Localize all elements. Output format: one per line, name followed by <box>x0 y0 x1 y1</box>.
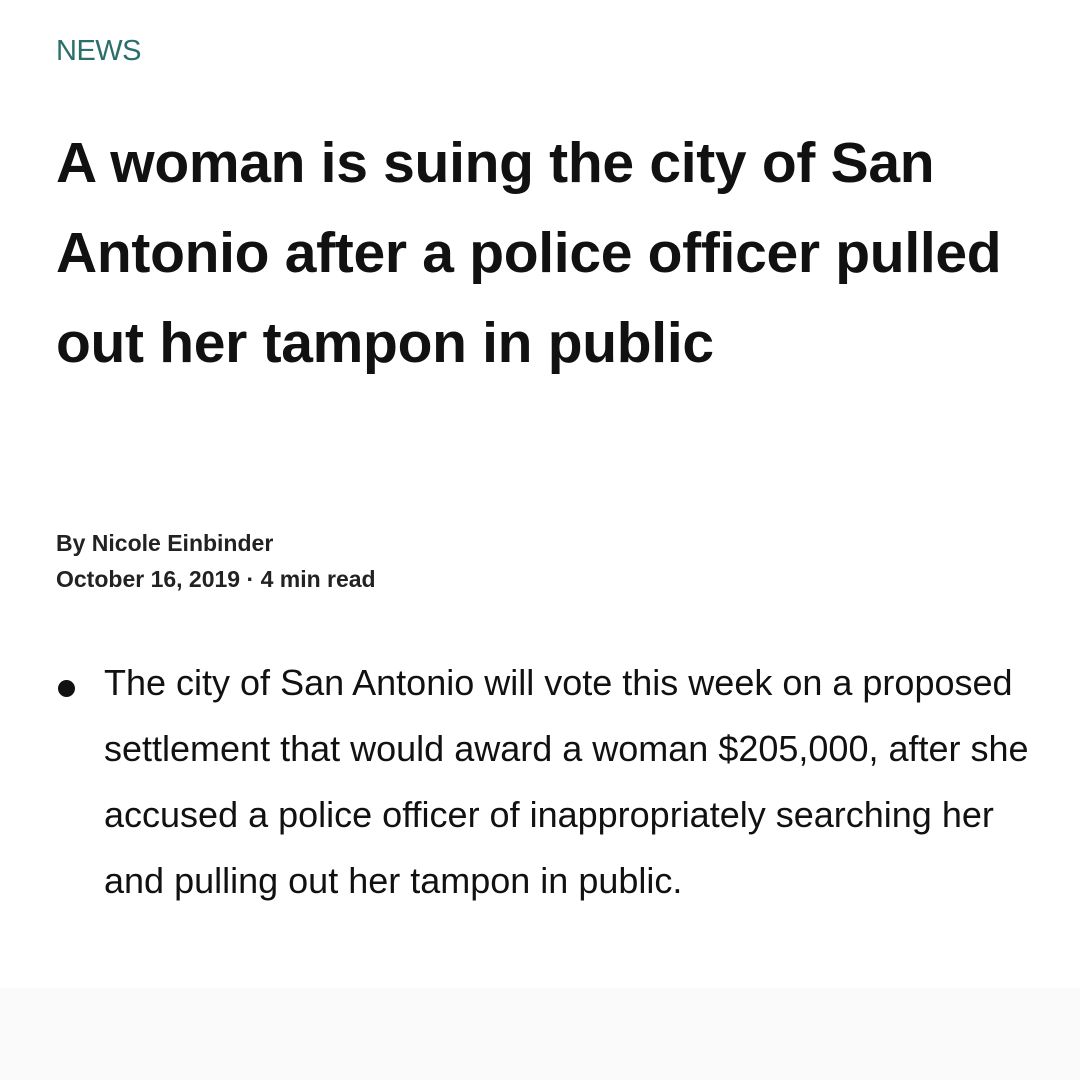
bullet-dot-icon <box>58 680 75 697</box>
read-time: 4 min read <box>260 566 376 592</box>
news-category-link[interactable]: NEWS <box>56 33 142 69</box>
key-point-item: The city of San Antonio will vote this w… <box>0 650 1080 914</box>
byline: By Nicole Einbinder <box>56 527 273 559</box>
article: NEWS A woman is suing the city of San An… <box>0 0 1080 988</box>
byline-prefix: By <box>56 530 92 556</box>
article-headline: A woman is suing the city of San Antonio… <box>56 131 1002 375</box>
key-points-list: The city of San Antonio will vote this w… <box>0 650 1080 914</box>
key-point-text: The city of San Antonio will vote this w… <box>104 662 1029 901</box>
author-link[interactable]: Nicole Einbinder <box>92 530 273 556</box>
article-meta: October 16, 2019 · 4 min read <box>56 563 376 595</box>
meta-separator: · <box>246 566 255 592</box>
publish-date: October 16, 2019 <box>56 566 241 592</box>
